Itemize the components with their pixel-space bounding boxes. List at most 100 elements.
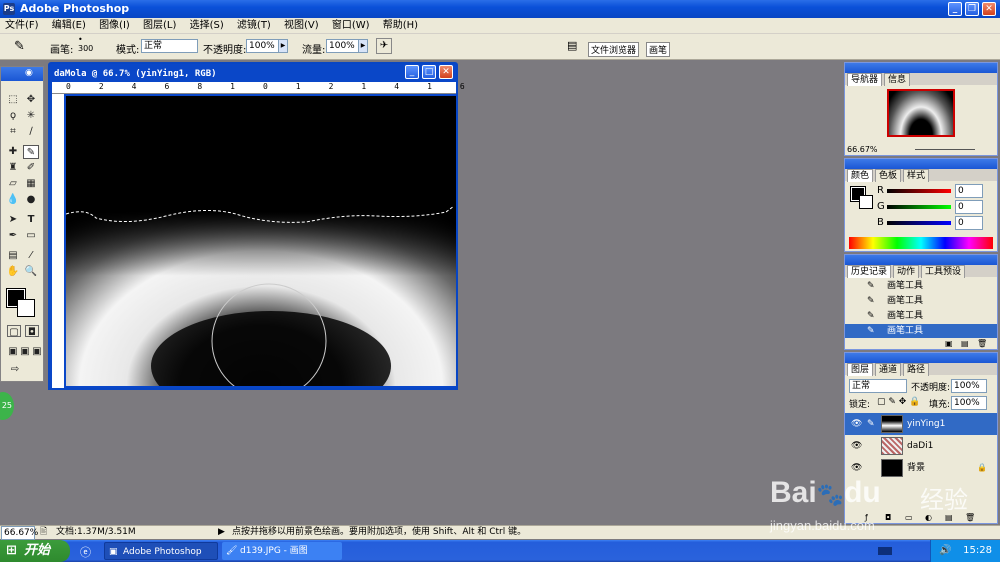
channel-g-slider[interactable] [887,205,951,209]
layer-opacity-field[interactable]: 100% [951,379,987,393]
trash-icon[interactable]: 🗑 [977,339,987,348]
taskbar-item-paint[interactable]: 🖌 d139.JPG - 画图 [222,542,342,560]
tab-tool-presets[interactable]: 工具预设 [921,265,966,278]
crop-tool-icon[interactable]: ⌗ [5,125,21,139]
layer-row-selected[interactable]: 👁 ✎ yinYing1 [845,413,997,435]
opacity-slider-button[interactable]: ▶ [278,39,288,53]
opacity-field[interactable]: 100% [246,39,282,53]
flow-field[interactable]: 100% [326,39,362,53]
status-zoom-field[interactable]: 66.67% [1,526,38,540]
marquee-tool-icon[interactable]: ⬚ [5,93,21,107]
doc-minimize-button[interactable]: _ [405,65,419,79]
new-snapshot-icon[interactable]: ▣ [945,339,953,348]
channel-r-slider[interactable] [887,189,951,193]
tray-keyboard-icon[interactable] [878,547,892,555]
tab-file-browser[interactable]: 文件浏览器 [588,42,640,57]
brush-tool-active-icon[interactable]: ✎ [23,145,39,159]
brush-preset-picker[interactable]: • 300 [78,35,93,53]
hand-tool-icon[interactable]: ✋ [5,265,21,279]
healing-brush-icon[interactable]: ✚ [5,145,21,159]
tab-color[interactable]: 颜色 [847,169,874,182]
path-select-icon[interactable]: ➤ [5,213,21,227]
clock[interactable]: 15:28 [963,545,992,556]
tab-navigator[interactable]: 导航器 [847,73,883,86]
channel-g-field[interactable]: 0 [955,200,983,214]
color-spectrum-ramp[interactable] [849,237,993,249]
menu-filter[interactable]: 滤镜(T) [237,20,271,31]
type-tool-icon[interactable]: T [23,213,39,227]
eyedropper-icon[interactable]: ⁄ [23,249,39,263]
channel-b-slider[interactable] [887,221,951,225]
channel-r-field[interactable]: 0 [955,184,983,198]
dodge-tool-icon[interactable]: ● [23,193,39,207]
floating-badge[interactable]: 25 [0,392,14,420]
background-color-swatch[interactable] [17,299,35,317]
tab-swatches[interactable]: 色板 [875,169,902,182]
restore-button[interactable]: ❐ [965,2,979,16]
menu-edit[interactable]: 编辑(E) [52,20,86,31]
minimize-button[interactable]: _ [948,2,962,16]
navigator-zoom[interactable]: 66.67% [847,145,878,154]
layer-row[interactable]: 👁 daDi1 [845,435,997,457]
jump-to-imageready-icon[interactable]: ⇨ [7,363,23,377]
standard-mode-icon[interactable]: ▢ [7,325,21,338]
tab-history[interactable]: 历史记录 [847,265,892,278]
menu-window[interactable]: 窗口(W) [332,20,370,31]
new-document-icon[interactable]: ▤ [961,339,969,348]
airbrush-icon[interactable]: ✈ [376,38,392,54]
quick-launch-ie-icon[interactable]: ⓔ [80,544,91,560]
fill-field[interactable]: 100% [951,396,987,410]
color-bg-swatch[interactable] [859,195,873,209]
tab-channels[interactable]: 通道 [875,363,902,376]
gradient-tool-icon[interactable]: ▦ [23,177,39,191]
clone-stamp-icon[interactable]: ♜ [5,161,21,175]
navigator-zoom-slider[interactable] [915,149,975,150]
menu-select[interactable]: 选择(S) [190,20,224,31]
brush-tool-icon[interactable]: ✎ [14,39,25,54]
menu-image[interactable]: 图像(I) [99,20,130,31]
close-button[interactable]: ✕ [982,2,996,16]
pen-tool-icon[interactable]: ✒ [5,229,21,243]
menu-view[interactable]: 视图(V) [284,20,319,31]
tab-layers[interactable]: 图层 [847,363,874,376]
adobe-online-icon[interactable]: ◉ [25,68,33,78]
tab-brushes[interactable]: 画笔 [646,42,671,57]
blend-mode-select[interactable]: 正常 [849,379,907,393]
eraser-tool-icon[interactable]: ▱ [5,177,21,191]
palette-well-icon[interactable]: ▤ [567,39,577,52]
move-tool-icon[interactable]: ✥ [23,93,39,107]
zoom-tool-icon[interactable]: 🔍 [23,265,39,279]
history-item[interactable]: ✎ 画笔工具 [845,294,997,308]
screen-mode-full-icon[interactable]: ▣ [29,345,45,359]
start-button[interactable]: ⊞ 开始 [0,540,70,562]
eye-icon[interactable]: 👁 [851,439,862,453]
doc-info[interactable]: 文档:1.37M/3.51M [56,526,136,539]
doc-close-button[interactable]: ✕ [439,65,453,79]
lasso-tool-icon[interactable]: ϙ [5,109,21,123]
eye-icon[interactable]: 👁 [851,417,862,431]
menu-file[interactable]: 文件(F) [5,20,39,31]
tab-info[interactable]: 信息 [884,73,911,86]
blur-tool-icon[interactable]: 💧 [5,193,21,207]
history-brush-icon[interactable]: ✐ [23,161,39,175]
menu-help[interactable]: 帮助(H) [383,20,418,31]
quick-mask-icon[interactable]: ◘ [25,325,39,338]
brush-link-icon[interactable]: ✎ [867,417,875,431]
magic-wand-icon[interactable]: ✳ [23,109,39,123]
tray-network-icon[interactable]: 🔊 [939,540,951,562]
tab-styles[interactable]: 样式 [903,169,930,182]
slice-tool-icon[interactable]: ∕ [23,125,39,139]
shape-tool-icon[interactable]: ▭ [23,229,39,243]
history-item-selected[interactable]: ✎ 画笔工具 [845,324,997,338]
notes-tool-icon[interactable]: ▤ [5,249,21,263]
image-canvas[interactable] [66,96,456,386]
lock-icons[interactable]: ▢ ✎ ✥ 🔒 [877,397,920,407]
tab-actions[interactable]: 动作 [893,265,920,278]
status-arrow-icon[interactable]: ▶ [218,526,225,539]
flow-slider-button[interactable]: ▶ [358,39,368,53]
tab-paths[interactable]: 路径 [903,363,930,376]
doc-maximize-button[interactable]: □ [422,65,436,79]
channel-b-field[interactable]: 0 [955,216,983,230]
history-item[interactable]: ✎ 画笔工具 [845,309,997,323]
history-item[interactable]: ✎ 画笔工具 [845,279,997,293]
